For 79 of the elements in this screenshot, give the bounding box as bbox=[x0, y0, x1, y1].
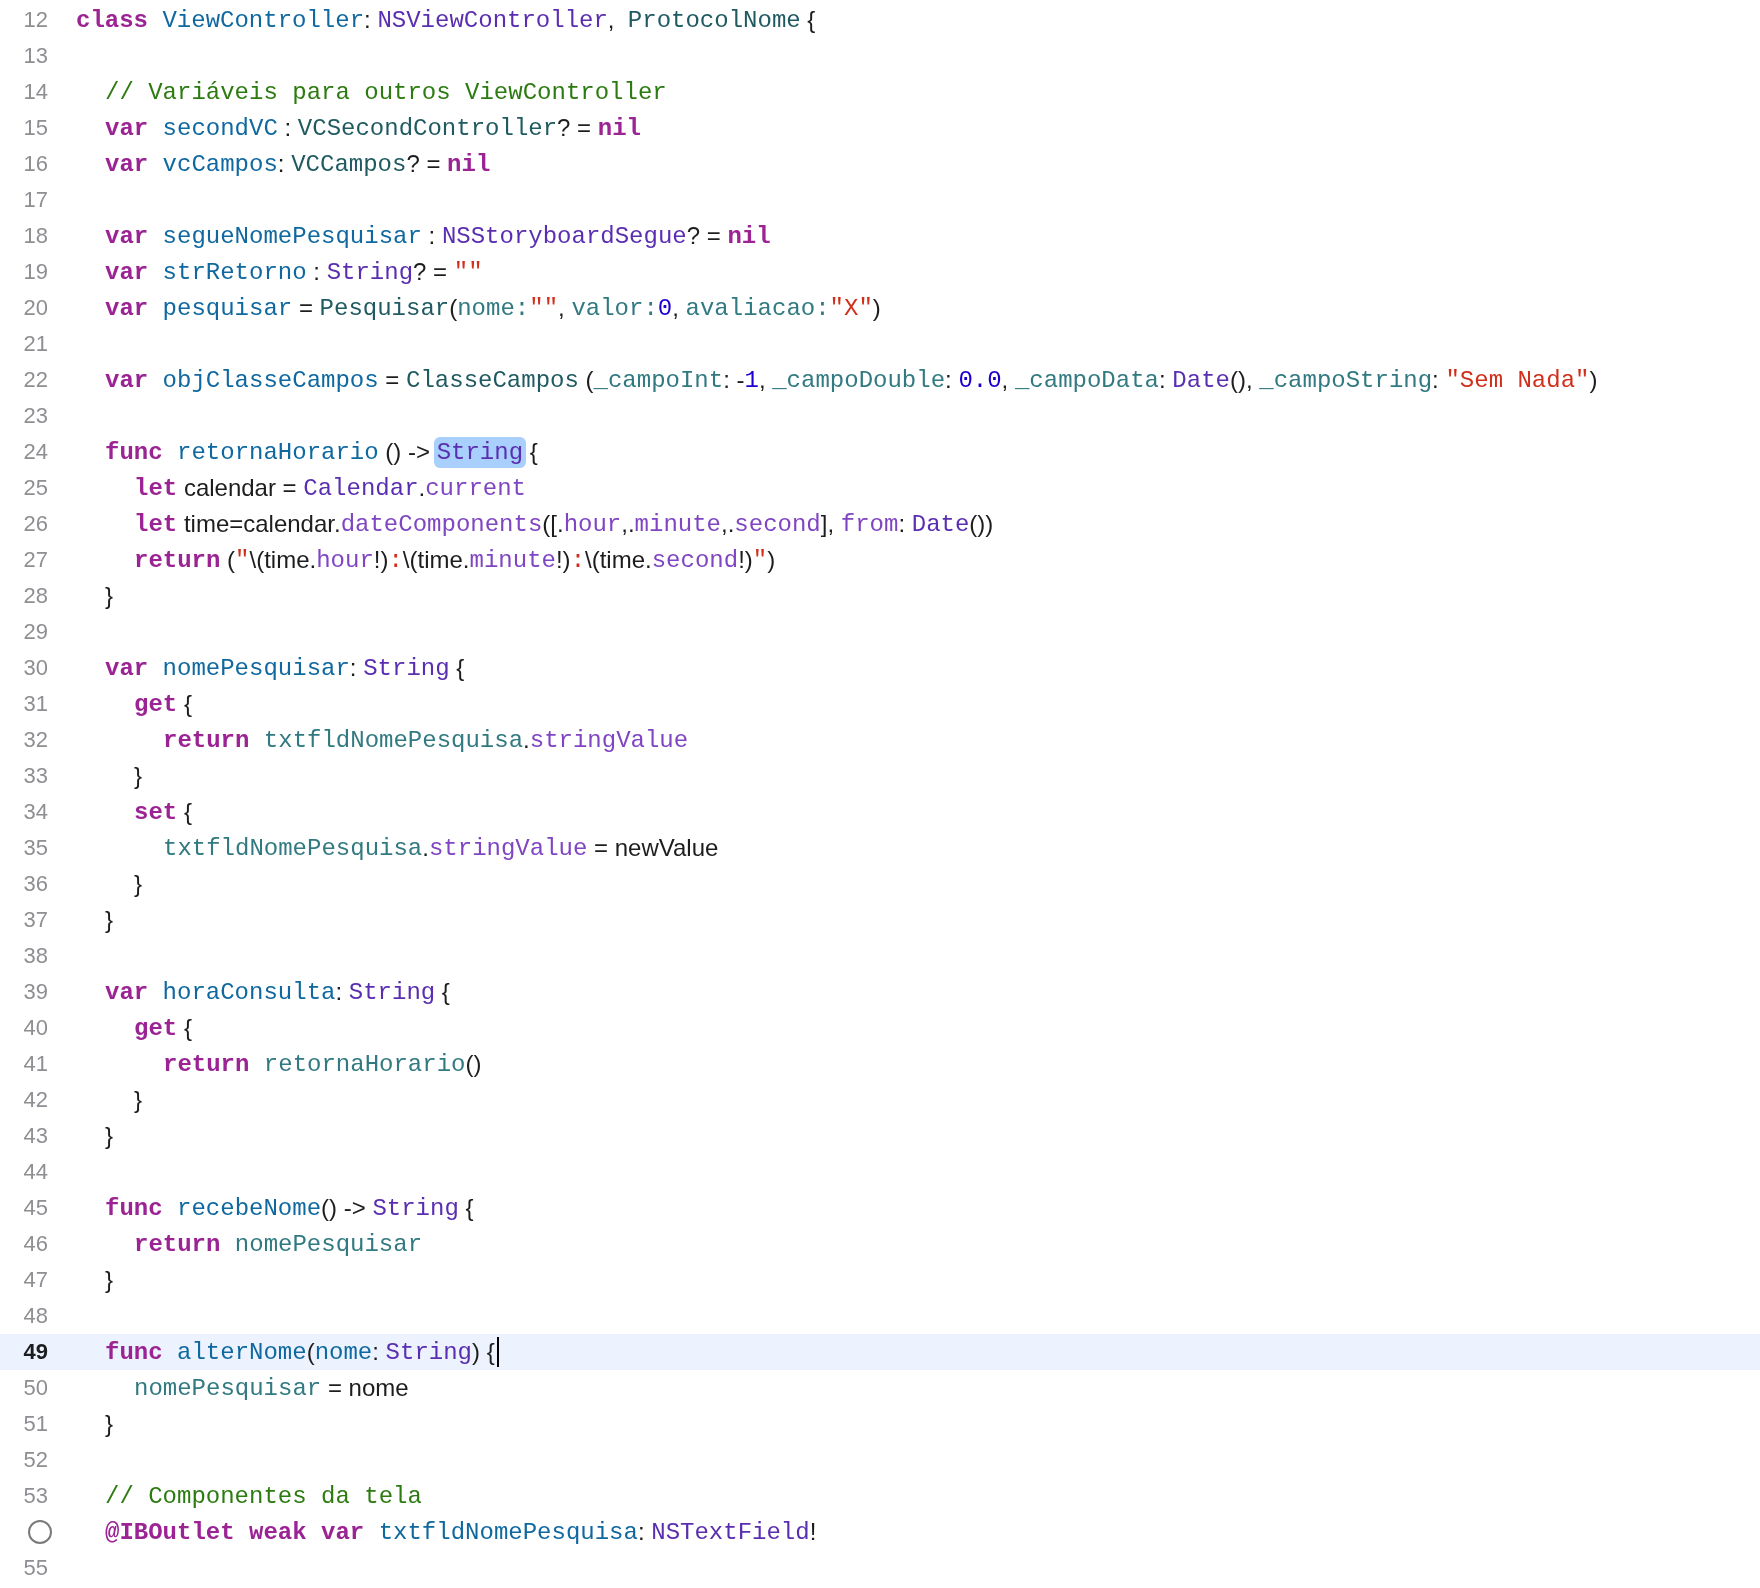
line-number: 35 bbox=[23, 835, 48, 861]
line-number: 23 bbox=[23, 403, 48, 429]
line-number: 14 bbox=[23, 79, 48, 105]
code-line: var vcCampos: VCCampos? = nil bbox=[105, 150, 491, 178]
line-number: 55 bbox=[23, 1555, 48, 1581]
line-number: 44 bbox=[23, 1159, 48, 1185]
code-line: } bbox=[105, 1410, 113, 1438]
line-number: 15 bbox=[23, 115, 48, 141]
line-number: 27 bbox=[23, 547, 48, 573]
code-line: // Componentes da tela bbox=[105, 1482, 422, 1510]
code-line: let time=calendar.dateComponents([.hour,.minute,.second], from: Date()) bbox=[134, 510, 994, 538]
line-number: 13 bbox=[23, 43, 48, 69]
code-line: // Variáveis para outros ViewController bbox=[105, 78, 667, 106]
text-cursor bbox=[496, 1337, 499, 1367]
line-number: 43 bbox=[23, 1123, 48, 1149]
line-number: 25 bbox=[23, 475, 48, 501]
line-number: 47 bbox=[23, 1267, 48, 1293]
line-number: 50 bbox=[23, 1375, 48, 1401]
line-number: 29 bbox=[23, 619, 48, 645]
code-line: } bbox=[134, 1086, 142, 1114]
code-line: func alterNome(nome: String) { bbox=[105, 1338, 495, 1366]
code-line: return ("\(time.hour!):\(time.minute!):\(time.second!)") bbox=[134, 546, 776, 574]
line-number: 22 bbox=[23, 367, 48, 393]
code-line: set { bbox=[134, 798, 192, 826]
code-line: get { bbox=[134, 690, 192, 718]
outlet-connection-icon[interactable] bbox=[28, 1520, 52, 1544]
line-number: 26 bbox=[23, 511, 48, 537]
code-line: } bbox=[105, 906, 113, 934]
line-number: 30 bbox=[23, 655, 48, 681]
line-number: 40 bbox=[23, 1015, 48, 1041]
code-line: get { bbox=[134, 1014, 192, 1042]
code-line: let calendar = Calendar.current bbox=[134, 474, 527, 502]
line-number: 48 bbox=[23, 1303, 48, 1329]
code-line: @IBOutlet weak var txtfldNomePesquisa: NSTextField! bbox=[105, 1518, 817, 1546]
line-number: 16 bbox=[23, 151, 48, 177]
line-number: 39 bbox=[23, 979, 48, 1005]
line-number: 34 bbox=[23, 799, 48, 825]
code-line: } bbox=[134, 762, 142, 790]
line-number: 18 bbox=[23, 223, 48, 249]
line-number: 33 bbox=[23, 763, 48, 789]
code-line: var objClasseCampos = ClasseCampos (_campoInt: -1, _campoDouble: 0.0, _campoData: Date(), _campoString: "Sem Nada") bbox=[105, 366, 1598, 394]
code-line: var nomePesquisar: String { bbox=[105, 654, 465, 682]
code-line: return retornaHorario() bbox=[163, 1050, 482, 1078]
line-number: 51 bbox=[23, 1411, 48, 1437]
code-line: var pesquisar = Pesquisar(nome:"", valor:0, avaliacao:"X") bbox=[105, 294, 881, 322]
code-line: return txtfldNomePesquisa.stringValue bbox=[163, 726, 689, 754]
line-number: 45 bbox=[23, 1195, 48, 1221]
line-number: 53 bbox=[23, 1483, 48, 1509]
code-line: func retornaHorario () -> String { bbox=[105, 436, 538, 468]
code-line: class ViewController: NSViewController, ProtocolNome { bbox=[76, 6, 816, 34]
line-number: 28 bbox=[23, 583, 48, 609]
line-number: 52 bbox=[23, 1447, 48, 1473]
code-line: } bbox=[105, 582, 113, 610]
line-number: 41 bbox=[23, 1051, 48, 1077]
line-number: 20 bbox=[23, 295, 48, 321]
code-line: var strRetorno : String? = "" bbox=[105, 258, 483, 286]
code-line: var horaConsulta: String { bbox=[105, 978, 450, 1006]
line-number: 12 bbox=[23, 7, 48, 33]
line-number: 38 bbox=[23, 943, 48, 969]
line-number: 36 bbox=[23, 871, 48, 897]
code-line: var secondVC : VCSecondController? = nil bbox=[105, 114, 641, 142]
code-line: var segueNomePesquisar : NSStoryboardSegue? = nil bbox=[105, 222, 771, 250]
line-number: 32 bbox=[23, 727, 48, 753]
code-line: txtfldNomePesquisa.stringValue = newValue bbox=[163, 834, 719, 862]
code-line: } bbox=[105, 1266, 113, 1294]
line-number: 49 bbox=[23, 1339, 48, 1365]
code-line: func recebeNome() -> String { bbox=[105, 1194, 474, 1222]
code-line: nomePesquisar = nome bbox=[134, 1374, 409, 1402]
line-number: 42 bbox=[23, 1087, 48, 1113]
line-number: 46 bbox=[23, 1231, 48, 1257]
line-number: 19 bbox=[23, 259, 48, 285]
code-line: } bbox=[105, 1122, 113, 1150]
line-number: 17 bbox=[23, 187, 48, 213]
code-line: } bbox=[134, 870, 142, 898]
line-number: 37 bbox=[23, 907, 48, 933]
line-number: 21 bbox=[23, 331, 48, 357]
line-number: 31 bbox=[23, 691, 48, 717]
code-line: return nomePesquisar bbox=[134, 1230, 423, 1258]
line-number: 24 bbox=[23, 439, 48, 465]
